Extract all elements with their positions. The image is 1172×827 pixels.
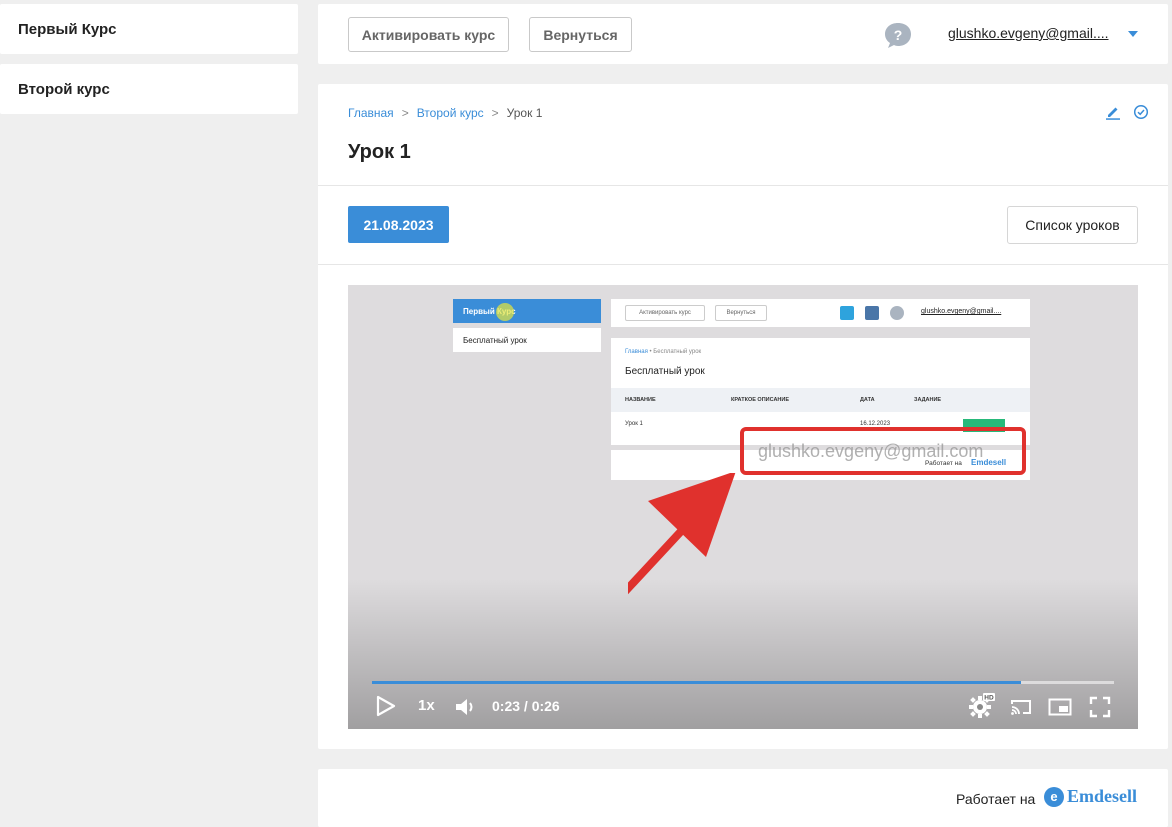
back-button[interactable]: Вернуться: [529, 17, 632, 52]
video-time: 0:23 / 0:26: [492, 698, 560, 714]
video-frame-back: Вернуться: [715, 305, 767, 321]
fullscreen-icon[interactable]: [1089, 696, 1111, 718]
page-title: Урок 1: [348, 141, 411, 163]
chevron-down-icon[interactable]: [1128, 31, 1138, 37]
svg-text:?: ?: [894, 27, 903, 43]
settings-gear-icon[interactable]: HD: [968, 691, 996, 719]
emdesell-logo-text: Emdesell: [1067, 786, 1137, 806]
question-icon: [890, 306, 904, 320]
video-frame-col: ЗАДАНИЕ: [914, 397, 942, 403]
video-frame-cell: Урок 1: [625, 421, 643, 427]
top-bar: Активировать курс Вернуться ? glushko.ev…: [318, 4, 1168, 64]
emdesell-logo[interactable]: e Emdesell: [1044, 786, 1137, 807]
sidebar-item-first-course[interactable]: Первый Курс: [0, 4, 298, 54]
video-frame-bc-sep: •: [649, 349, 652, 355]
sidebar-item-label: Второй курс: [18, 80, 110, 98]
annotation-highlight-box: [740, 427, 1026, 475]
breadcrumb-separator: >: [491, 106, 499, 120]
video-player[interactable]: Первый Курс Бесплатный урок Активировать…: [348, 285, 1138, 729]
telegram-icon: [840, 306, 854, 320]
hd-badge: HD: [984, 695, 994, 702]
divider: [318, 264, 1168, 265]
user-menu-email[interactable]: glushko.evgeny@gmail....: [948, 25, 1109, 41]
video-frame-activate: Активировать курс: [625, 305, 705, 321]
footer: Работает на e Emdesell: [318, 769, 1168, 827]
breadcrumb-separator: >: [401, 106, 409, 120]
video-frame-title: Бесплатный урок: [625, 366, 705, 377]
video-frame-sidebar-item: Бесплатный урок: [453, 328, 601, 352]
breadcrumb: Главная > Второй курс > Урок 1: [348, 106, 542, 120]
video-frame-table-header: НАЗВАНИЕ КРАТКОЕ ОПИСАНИЕ ДАТА ЗАДАНИЕ: [611, 388, 1030, 412]
video-frame-col: НАЗВАНИЕ: [625, 397, 656, 403]
lesson-card: Главная > Второй курс > Урок 1 Урок 1 21…: [318, 84, 1168, 749]
question-bubble-icon[interactable]: ?: [883, 21, 913, 49]
picture-in-picture-icon[interactable]: [1048, 698, 1072, 716]
video-progress-fill: [372, 681, 1022, 684]
vk-icon: [865, 306, 879, 320]
volume-icon[interactable]: [455, 697, 477, 717]
breadcrumb-current: Урок 1: [506, 106, 543, 120]
emdesell-logo-icon: e: [1044, 786, 1064, 807]
cast-icon[interactable]: [1010, 698, 1032, 716]
breadcrumb-home-link[interactable]: Главная: [348, 106, 394, 120]
lesson-list-button[interactable]: Список уроков: [1007, 206, 1138, 244]
play-icon[interactable]: [376, 695, 396, 717]
sidebar-item-second-course[interactable]: Второй курс: [0, 64, 298, 114]
video-frame-bc-home: Главная: [625, 349, 648, 355]
breadcrumb-course-link[interactable]: Второй курс: [417, 106, 484, 120]
video-frame-sidebar-active: Первый Курс: [453, 299, 601, 323]
video-frame-breadcrumb: Главная • Бесплатный урок: [625, 349, 701, 355]
playback-speed-button[interactable]: 1x: [418, 697, 435, 714]
divider: [318, 185, 1168, 186]
video-frame-col: КРАТКОЕ ОПИСАНИЕ: [731, 397, 790, 403]
video-frame-topbar: Активировать курс Вернуться glushko.evge…: [611, 299, 1030, 327]
pencil-icon[interactable]: [1105, 104, 1121, 120]
sidebar-item-label: Первый Курс: [18, 20, 117, 38]
video-frame-email: glushko.evgeny@gmail....: [921, 308, 1002, 315]
footer-powered-by: Работает на: [956, 791, 1036, 807]
video-progress-bar[interactable]: [372, 681, 1114, 684]
activate-course-button[interactable]: Активировать курс: [348, 17, 509, 52]
lesson-date-button[interactable]: 21.08.2023: [348, 206, 449, 243]
video-frame-bc-current: Бесплатный урок: [653, 349, 702, 355]
video-frame-col: ДАТА: [860, 397, 875, 403]
check-circle-icon[interactable]: [1133, 104, 1149, 120]
video-frame-cursor-highlight: [496, 303, 514, 321]
